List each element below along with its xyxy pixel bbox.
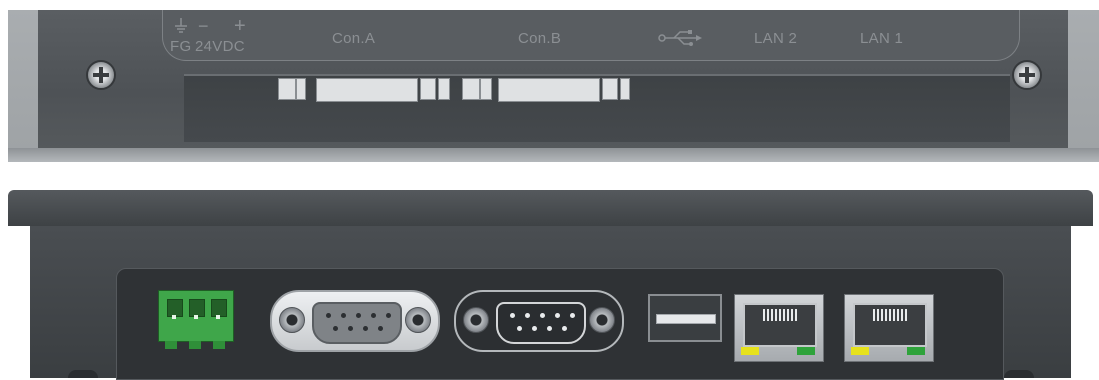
ground-icon [175,18,187,33]
con-a-label: Con.A [332,30,376,47]
fg-label: FG [170,38,192,55]
con-a-slot [438,78,450,100]
bottom-view-panel [8,190,1093,380]
activity-led [797,347,815,355]
con-b-slot [480,78,492,100]
con-b-dsub9[interactable] [454,290,624,352]
lan1-label: LAN 1 [860,30,904,47]
con-b-slot [462,78,480,100]
jackscrew-icon [405,307,431,333]
voltage-label: 24VDC [195,38,245,55]
top-housing: − + FG 24VDC Con.A Con.B LAN 2 LAN 1 [38,10,1068,151]
plus-label: + [234,15,246,37]
con-a-slot [278,78,296,100]
link-led [741,347,759,355]
top-view-panel: − + FG 24VDC Con.A Con.B LAN 2 LAN 1 [8,10,1099,162]
con-a-slot [316,78,418,102]
con-a-dsub9[interactable] [270,290,440,352]
rubber-foot [68,370,98,378]
jackscrew-icon [463,307,489,333]
con-b-label: Con.B [518,30,562,47]
activity-led [907,347,925,355]
usb-port[interactable] [648,294,722,342]
usb-icon [658,30,702,46]
lan1-rj45[interactable] [844,294,934,362]
jackscrew-icon [279,307,305,333]
screw-icon [86,60,116,90]
panel-lid [8,190,1093,226]
power-terminal[interactable] [158,290,234,349]
lan2-label: LAN 2 [754,30,798,47]
con-b-slot [602,78,618,100]
minus-label: − [198,16,209,36]
con-b-slot [498,78,600,102]
lan2-rj45[interactable] [734,294,824,362]
jackscrew-icon [589,307,615,333]
top-bezel-lip [8,148,1099,162]
con-a-slot [296,78,306,100]
link-led [851,347,869,355]
con-a-slot [420,78,436,100]
port-recess [184,74,1010,142]
con-b-slot [620,78,630,100]
screw-icon [1012,60,1042,90]
rubber-foot [1004,370,1034,378]
